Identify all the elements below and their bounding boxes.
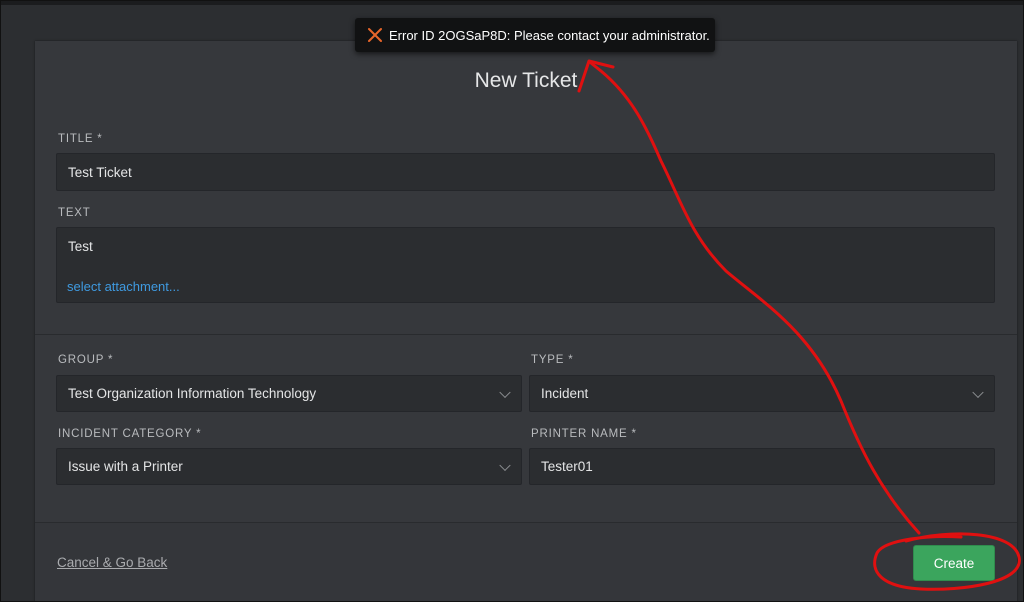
new-ticket-panel: New Ticket TITLE * Test Ticket TEXT Test… <box>35 41 1017 601</box>
incident-category-select[interactable]: Issue with a Printer <box>56 448 522 485</box>
title-input[interactable]: Test Ticket <box>56 153 995 191</box>
form-footer: Cancel & Go Back Create <box>35 522 1017 601</box>
cancel-go-back-link[interactable]: Cancel & Go Back <box>57 555 167 570</box>
type-select-value: Incident <box>541 386 589 401</box>
error-toast-message: Error ID 2OGSaP8D: Please contact your a… <box>389 28 710 43</box>
chevron-down-icon <box>499 386 511 398</box>
incident-category-value: Issue with a Printer <box>68 459 183 474</box>
text-label: TEXT <box>58 207 91 219</box>
app-screen: New Ticket TITLE * Test Ticket TEXT Test… <box>0 0 1024 602</box>
footer-divider <box>35 522 1017 523</box>
group-select[interactable]: Test Organization Information Technology <box>56 375 522 412</box>
type-label: TYPE * <box>531 354 574 366</box>
printer-name-label: PRINTER NAME * <box>531 428 637 440</box>
select-attachment-link[interactable]: select attachment... <box>67 279 180 294</box>
page-title: New Ticket <box>474 69 578 92</box>
title-label: TITLE * <box>58 133 103 145</box>
group-select-value: Test Organization Information Technology <box>68 386 317 401</box>
chevron-down-icon <box>972 386 984 398</box>
type-select[interactable]: Incident <box>529 375 995 412</box>
printer-name-input[interactable]: Tester01 <box>529 448 995 485</box>
chevron-down-icon <box>499 459 511 471</box>
incident-category-label: INCIDENT CATEGORY * <box>58 428 202 440</box>
close-icon[interactable] <box>367 27 383 43</box>
text-area-value: Test <box>68 239 93 254</box>
title-input-value: Test Ticket <box>68 165 132 180</box>
group-label: GROUP * <box>58 354 114 366</box>
printer-name-value: Tester01 <box>541 459 593 474</box>
section-divider <box>35 334 1017 335</box>
top-strip <box>1 1 1023 5</box>
create-button[interactable]: Create <box>913 545 995 581</box>
text-area[interactable]: Test select attachment... <box>56 227 995 303</box>
error-toast: Error ID 2OGSaP8D: Please contact your a… <box>355 18 715 52</box>
